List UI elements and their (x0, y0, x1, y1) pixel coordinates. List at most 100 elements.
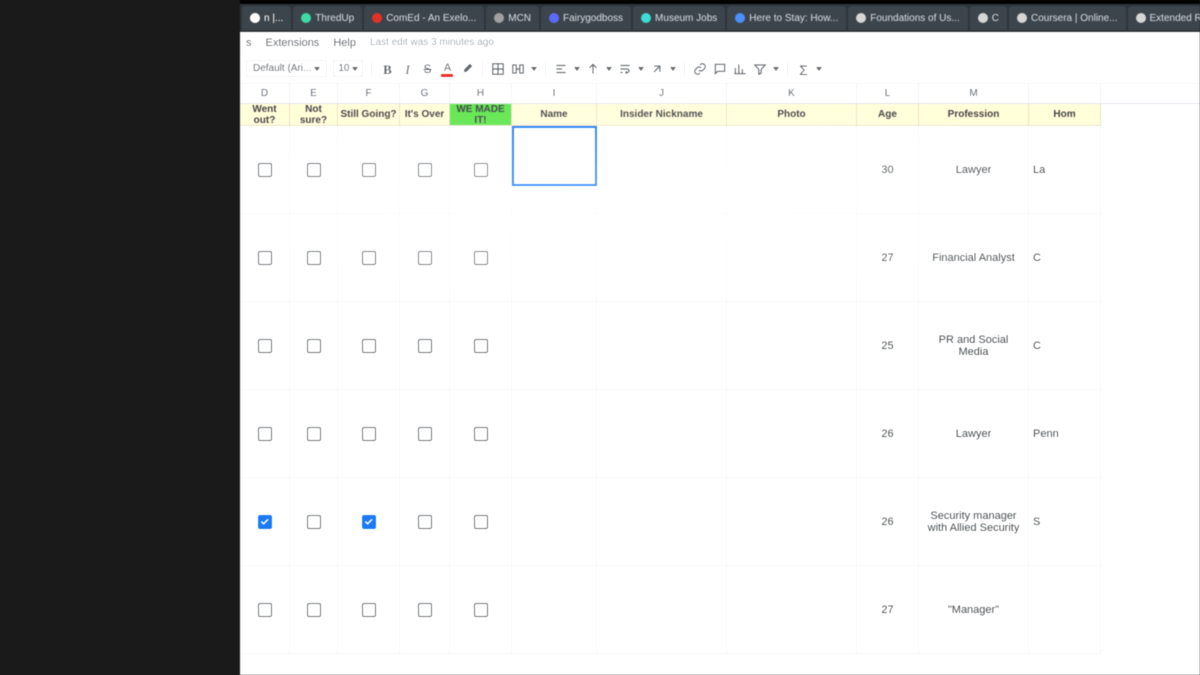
cell[interactable] (450, 390, 512, 478)
checkbox[interactable] (307, 251, 321, 265)
cell[interactable] (512, 390, 597, 478)
cell-home[interactable]: Penn (1029, 390, 1101, 478)
cell[interactable] (240, 566, 290, 654)
bold-icon[interactable]: B (380, 62, 394, 76)
cell[interactable] (512, 302, 597, 390)
cell[interactable] (597, 390, 727, 478)
cell[interactable] (450, 478, 512, 566)
cell-profession[interactable]: "Manager" (919, 566, 1029, 654)
checkbox[interactable] (474, 251, 488, 265)
checkbox[interactable] (307, 603, 321, 617)
cell[interactable] (338, 126, 400, 214)
browser-tab[interactable]: MCN (486, 6, 539, 30)
cell-home[interactable]: C (1029, 214, 1101, 302)
comment-icon[interactable] (713, 62, 727, 76)
checkbox[interactable] (418, 339, 432, 353)
cell[interactable] (450, 566, 512, 654)
cell[interactable] (338, 390, 400, 478)
checkbox[interactable] (418, 251, 432, 265)
checkbox[interactable] (474, 163, 488, 177)
column-header[interactable]: Hom (1029, 104, 1101, 126)
fill-color-icon[interactable] (460, 62, 474, 76)
link-icon[interactable] (693, 62, 707, 76)
cell[interactable] (597, 214, 727, 302)
cell[interactable] (338, 302, 400, 390)
column-letter[interactable]: D (240, 84, 290, 103)
checkbox[interactable] (418, 515, 432, 529)
browser-tab[interactable]: C (970, 6, 1007, 30)
cell-age[interactable]: 27 (857, 214, 919, 302)
column-letter[interactable]: L (857, 84, 919, 103)
column-letter[interactable]: M (919, 84, 1029, 103)
cell[interactable] (727, 214, 857, 302)
chart-icon[interactable] (733, 62, 747, 76)
cell[interactable] (727, 390, 857, 478)
browser-tab[interactable]: Fairygodboss (541, 6, 631, 30)
cell[interactable] (727, 566, 857, 654)
cell[interactable] (400, 478, 450, 566)
checkbox[interactable] (307, 339, 321, 353)
cell-profession[interactable]: Security manager with Allied Security (919, 478, 1029, 566)
cell[interactable] (727, 302, 857, 390)
cell[interactable] (450, 302, 512, 390)
column-header[interactable]: Not sure? (290, 104, 338, 126)
strikethrough-icon[interactable]: S (420, 62, 434, 76)
column-letter[interactable]: H (450, 84, 512, 103)
cell[interactable] (290, 302, 338, 390)
checkbox[interactable] (362, 427, 376, 441)
cell-home[interactable]: C (1029, 302, 1101, 390)
checkbox[interactable] (362, 515, 376, 529)
cell[interactable] (400, 302, 450, 390)
cell[interactable] (240, 302, 290, 390)
cell-home[interactable]: La (1029, 126, 1101, 214)
cell[interactable] (338, 478, 400, 566)
cell[interactable] (240, 390, 290, 478)
cell[interactable] (512, 214, 597, 302)
cell[interactable] (597, 302, 727, 390)
checkbox[interactable] (307, 163, 321, 177)
cell[interactable] (597, 126, 727, 214)
cell[interactable] (512, 126, 597, 214)
column-letter[interactable]: I (512, 84, 597, 103)
horizontal-align-icon[interactable] (554, 62, 568, 76)
checkbox[interactable] (258, 515, 272, 529)
cell-age[interactable]: 26 (857, 478, 919, 566)
cell[interactable] (290, 566, 338, 654)
column-letter[interactable]: G (400, 84, 450, 103)
column-letter[interactable]: K (727, 84, 857, 103)
column-letter[interactable]: J (597, 84, 727, 103)
checkbox[interactable] (418, 427, 432, 441)
checkbox[interactable] (474, 603, 488, 617)
menu-item-extensions[interactable]: Extensions (266, 37, 320, 49)
column-header[interactable]: Age (857, 104, 919, 126)
text-color-icon[interactable]: A (440, 62, 454, 76)
checkbox[interactable] (362, 251, 376, 265)
browser-tab[interactable]: ThredUp (293, 6, 362, 30)
cell-age[interactable]: 25 (857, 302, 919, 390)
cell[interactable] (512, 566, 597, 654)
cell[interactable] (400, 214, 450, 302)
browser-tab[interactable]: Foundations of Us... (848, 6, 968, 30)
checkbox[interactable] (418, 163, 432, 177)
column-header[interactable]: Name (512, 104, 597, 126)
checkbox[interactable] (258, 251, 272, 265)
browser-tab[interactable]: ComEd - An Exelo... (364, 6, 484, 30)
cell[interactable] (400, 390, 450, 478)
text-rotation-icon[interactable] (650, 62, 664, 76)
cell-home[interactable] (1029, 566, 1101, 654)
checkbox[interactable] (258, 603, 272, 617)
column-header[interactable]: It's Over (400, 104, 450, 126)
cell[interactable] (290, 214, 338, 302)
cell[interactable] (400, 126, 450, 214)
column-header[interactable]: Went out? (240, 104, 290, 126)
cell-profession[interactable]: PR and Social Media (919, 302, 1029, 390)
browser-tab[interactable]: Here to Stay: How... (727, 6, 846, 30)
cell-home[interactable]: S (1029, 478, 1101, 566)
column-header[interactable]: Profession (919, 104, 1029, 126)
cell[interactable] (338, 214, 400, 302)
checkbox[interactable] (474, 515, 488, 529)
checkbox[interactable] (307, 515, 321, 529)
browser-tab[interactable]: Museum Jobs (633, 6, 725, 30)
cell[interactable] (400, 566, 450, 654)
filter-icon[interactable] (753, 62, 767, 76)
